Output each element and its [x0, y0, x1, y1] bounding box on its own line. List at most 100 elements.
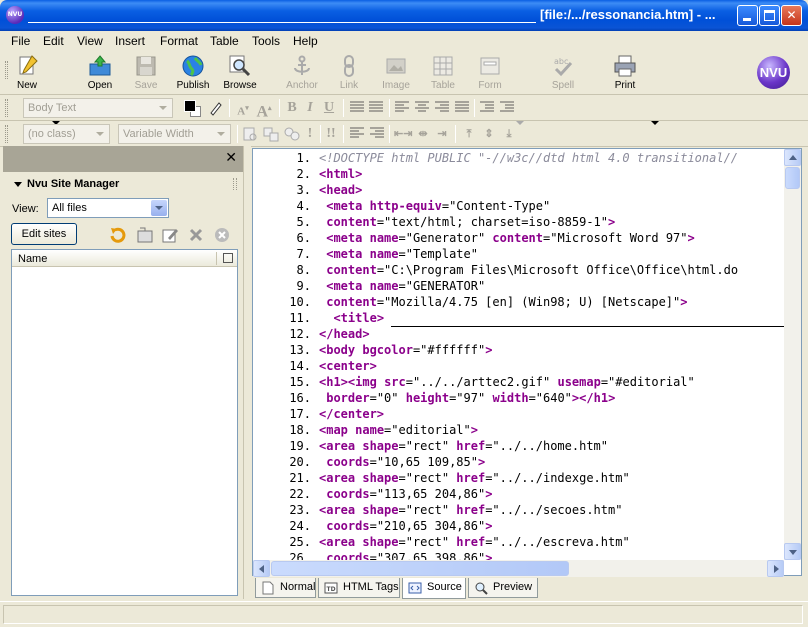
menu-tools[interactable]: Tools — [252, 34, 280, 48]
code-line[interactable]: 6. <meta name="Generator" content="Micro… — [253, 230, 785, 246]
code-text[interactable]: <center> — [319, 358, 377, 374]
tab-source[interactable]: Source — [402, 578, 466, 599]
code-text[interactable]: </center> — [319, 406, 384, 422]
bulleted-list-icon[interactable] — [350, 101, 364, 113]
site-file-list[interactable]: Name — [11, 249, 238, 596]
code-text[interactable]: <area shape="rect" href="../../home.htm" — [319, 438, 608, 454]
class-select[interactable]: (no class) — [23, 124, 110, 144]
tab-html-tags[interactable]: TD HTML Tags — [318, 578, 400, 598]
outdent-icon[interactable] — [480, 101, 494, 113]
site-manager-header[interactable]: Nvu Site Manager — [3, 174, 243, 194]
table-button[interactable]: Table — [421, 53, 465, 93]
code-line[interactable]: 23. <area shape="rect" href="../../secoes… — [253, 502, 785, 518]
code-text[interactable]: content="text/html; charset=iso-8859-1"> — [319, 214, 615, 230]
style-layers-icon[interactable] — [283, 126, 301, 142]
vertical-scroll-thumb[interactable] — [785, 167, 800, 189]
code-text[interactable]: <area shape="rect" href="../../escreva.h… — [319, 534, 630, 550]
code-text[interactable]: <h1><img src="../../arttec2.gif" usemap=… — [319, 374, 695, 390]
align-center-icon[interactable] — [415, 101, 429, 113]
code-line[interactable]: 24. coords="210,65 304,86"> — [253, 518, 785, 534]
align-top-icon[interactable]: ⤒ — [461, 125, 477, 143]
numbered-list-icon[interactable] — [369, 101, 383, 113]
menu-format[interactable]: Format — [160, 34, 198, 48]
horizontal-scroll-thumb[interactable] — [271, 561, 569, 576]
style-edit-icon[interactable] — [242, 126, 258, 142]
menu-table[interactable]: Table — [210, 34, 239, 48]
view-filter-select[interactable]: All files — [47, 198, 169, 218]
code-text[interactable]: content="Mozilla/4.75 [en] (Win98; U) [N… — [319, 294, 687, 310]
code-text[interactable]: <map name="editorial"> — [319, 422, 478, 438]
code-text[interactable]: border="0" height="97" width="640"></h1> — [319, 390, 615, 406]
underline-button[interactable]: U — [321, 99, 337, 117]
menu-help[interactable]: Help — [293, 34, 318, 48]
horizontal-scrollbar[interactable] — [253, 560, 784, 577]
align-bottom-icon[interactable]: ⤓ — [501, 125, 517, 143]
open-button[interactable]: Open — [78, 53, 122, 93]
code-text[interactable]: <head> — [319, 182, 362, 198]
panel-grip-icon[interactable] — [233, 178, 237, 190]
code-text[interactable]: coords="10,65 109,85"> — [319, 454, 485, 470]
code-line[interactable]: 20. coords="10,65 109,85"> — [253, 454, 785, 470]
source-code-area[interactable]: 1. <!DOCTYPE html PUBLIC "-//w3c//dtd htm… — [253, 149, 785, 561]
code-line[interactable]: 18. <map name="editorial"> — [253, 422, 785, 438]
maximize-button[interactable] — [759, 5, 780, 26]
column-name-header[interactable]: Name — [18, 253, 47, 265]
bold-button[interactable]: B — [284, 99, 300, 117]
stop-icon[interactable] — [213, 226, 231, 244]
menu-insert[interactable]: Insert — [115, 34, 145, 48]
new-folder-icon[interactable] — [136, 226, 154, 244]
minimize-button[interactable] — [737, 5, 758, 26]
browse-button[interactable]: Browse — [218, 53, 262, 93]
very-important-button[interactable]: !! — [324, 125, 338, 143]
code-line[interactable]: 19. <area shape="rect" href="../../home.h… — [253, 438, 785, 454]
code-text[interactable]: coords="210,65 304,86"> — [319, 518, 492, 534]
tab-preview[interactable]: Preview — [468, 578, 538, 598]
align-justify-icon[interactable] — [455, 101, 469, 113]
code-line[interactable]: 13. <body bgcolor="#ffffff"> — [253, 342, 785, 358]
align-middle-icon[interactable]: ⇕ — [481, 125, 497, 143]
code-text[interactable]: <area shape="rect" href="../../indexge.h… — [319, 470, 630, 486]
code-line[interactable]: 22. coords="113,65 204,86"> — [253, 486, 785, 502]
code-text[interactable]: <!DOCTYPE html PUBLIC "-//w3c//dtd html … — [319, 150, 738, 166]
important-button[interactable]: ! — [304, 125, 316, 143]
edit-sites-button[interactable]: Edit sites — [11, 223, 77, 245]
save-button[interactable]: Save — [124, 53, 168, 93]
menu-file[interactable]: File — [11, 34, 30, 48]
scroll-down-button[interactable] — [784, 543, 801, 560]
shrink-width-icon[interactable]: ⇤⇥ — [394, 125, 412, 143]
close-sidebar-icon[interactable]: ✕ — [225, 150, 237, 166]
vertical-scrollbar[interactable] — [784, 149, 801, 560]
italic-button[interactable]: I — [303, 99, 317, 117]
align-left-icon[interactable] — [395, 101, 409, 113]
scroll-right-button[interactable] — [767, 560, 784, 577]
collapse-triangle-icon[interactable] — [14, 182, 22, 187]
code-line[interactable]: 4. <meta http-equiv="Content-Type" — [253, 198, 785, 214]
code-text[interactable]: coords="113,65 204,86"> — [319, 486, 492, 502]
close-button[interactable]: ✕ — [781, 5, 802, 26]
style-group-icon[interactable] — [262, 126, 280, 142]
expand-width-icon[interactable]: ⇥ — [433, 125, 451, 143]
delete-icon[interactable] — [187, 226, 205, 244]
code-text[interactable]: <meta name="GENERATOR" — [319, 278, 485, 294]
code-line[interactable]: 9. <meta name="GENERATOR" — [253, 278, 785, 294]
code-text[interactable]: content="C:\Program Files\Microsoft Offi… — [319, 262, 738, 278]
code-line[interactable]: 14. <center> — [253, 358, 785, 374]
code-line[interactable]: 8. content="C:\Program Files\Microsoft O… — [253, 262, 785, 278]
code-text[interactable]: <html> — [319, 166, 362, 182]
spell-button[interactable]: abc Spell — [541, 53, 585, 93]
menu-view[interactable]: View — [77, 34, 103, 48]
code-line[interactable]: 17. </center> — [253, 406, 785, 422]
form-button[interactable]: Form — [468, 53, 512, 93]
align-right-icon[interactable] — [435, 101, 449, 113]
code-line[interactable]: 12. </head> — [253, 326, 785, 342]
toolbar-grip[interactable] — [5, 125, 8, 143]
print-button[interactable]: Print — [603, 53, 647, 93]
title-bar[interactable]: NVU [file:/.../ressonancia.htm] - ... ✕ — [0, 0, 808, 31]
code-line[interactable]: 21. <area shape="rect" href="../../indexg… — [253, 470, 785, 486]
publish-button[interactable]: Publish — [171, 53, 215, 93]
code-text[interactable]: <meta http-equiv="Content-Type" — [319, 198, 550, 214]
new-button[interactable]: New — [5, 53, 49, 93]
scroll-left-button[interactable] — [253, 560, 270, 577]
link-button[interactable]: Link — [327, 53, 371, 93]
code-line[interactable]: 16. border="0" height="97" width="640"><… — [253, 390, 785, 406]
